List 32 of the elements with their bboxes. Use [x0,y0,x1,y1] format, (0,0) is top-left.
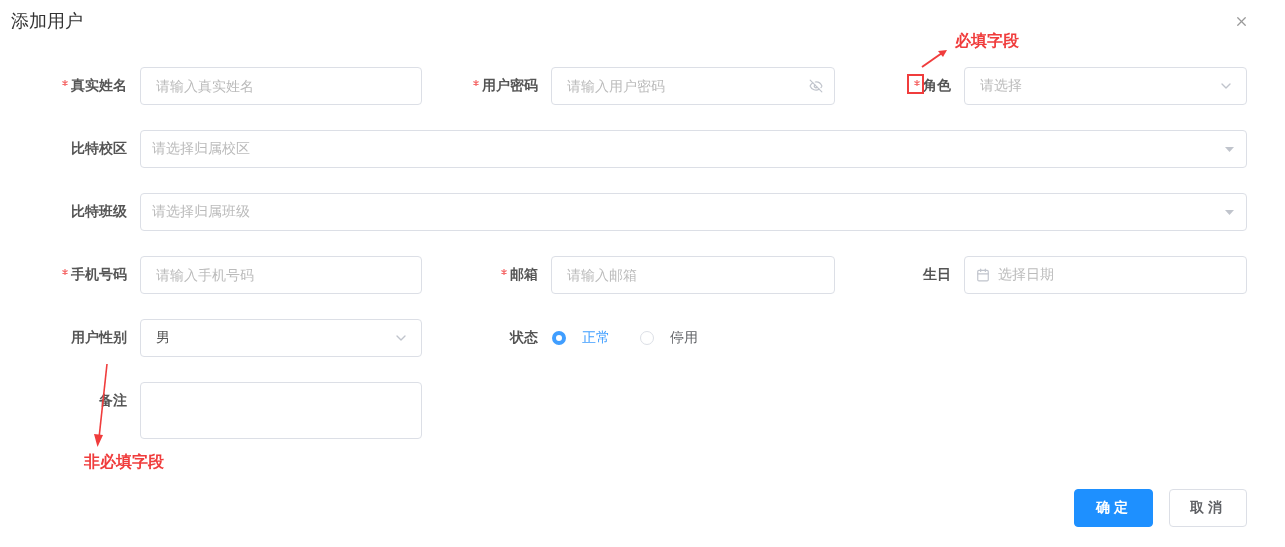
caret-down-icon [1225,209,1234,215]
annotation-text: 必填字段 [955,31,1019,51]
field-label: 比特校区 [71,140,127,158]
cancel-button[interactable]: 取消 [1169,489,1247,527]
radio-option[interactable]: 停用 [640,329,698,347]
date-picker[interactable]: 选择日期 [964,256,1247,294]
radio-option[interactable]: 正常 [552,329,610,347]
textarea-field[interactable] [140,382,422,439]
caret-down-icon [1225,146,1234,152]
field-label: 比特班级 [71,203,127,221]
field-label: 真实姓名 [71,77,127,95]
select-field[interactable]: 男 [140,319,422,357]
text-input[interactable]: 请输入邮箱 [551,256,835,294]
select-field[interactable]: 请选择 [964,67,1247,105]
field-label: 用户性别 [71,329,127,347]
password-input[interactable]: 请输入用户密码 [551,67,835,105]
select-field[interactable]: 请选择归属班级 [140,193,1247,231]
arrow [921,48,949,68]
eye-slash-icon[interactable] [809,79,823,93]
field-label: 角色 [923,77,951,95]
field-label: 生日 [923,266,951,284]
text-input[interactable]: 请输入真实姓名 [140,67,422,105]
field-label: 状态 [510,329,538,347]
text-input[interactable]: 请输入手机号码 [140,256,422,294]
dialog-title: 添加用户 [11,10,83,33]
calendar-icon [976,268,990,282]
field-label: 用户密码 [482,77,538,95]
field-label: 手机号码 [71,266,127,284]
select-field[interactable]: 请选择归属校区 [140,130,1247,168]
field-label: 邮箱 [510,266,538,284]
annotation-text: 非必填字段 [84,452,164,472]
confirm-button[interactable]: 确定 [1074,489,1153,527]
